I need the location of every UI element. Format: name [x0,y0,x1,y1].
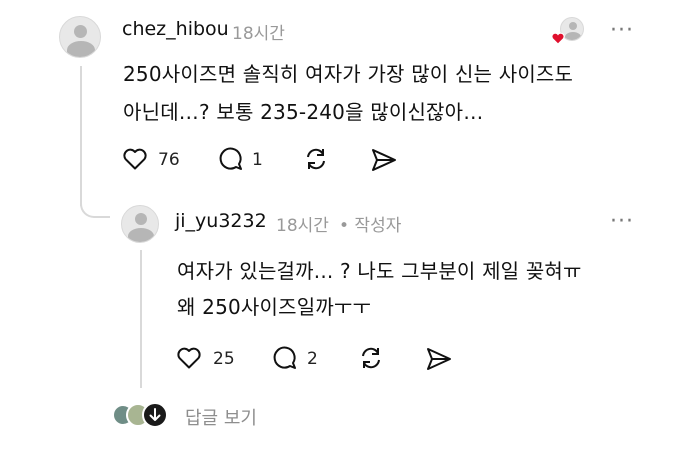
reply-avatar-stack[interactable] [112,400,176,430]
comment-count: 1 [252,150,263,170]
like-count: 76 [158,150,180,170]
reply-text-line-2: 왜 250사이즈일까ㅜㅜ [177,295,372,319]
reply-like-count: 25 [213,349,235,369]
thread-connector [80,190,110,218]
reply-avatar[interactable] [121,205,159,243]
arrow-down-icon [147,407,163,423]
reply-text-line-1: 여자가 있는걸까... ? 나도 그부분이 제일 꽂혀ㅠ [177,259,582,283]
reply-username[interactable]: ji_yu3232 [175,210,267,232]
reply-more-icon[interactable]: ··· [610,211,634,233]
post-text-line-1: 250사이즈면 솔직히 여자가 가장 많이 신는 사이즈도 [123,62,574,86]
reply-thread-line [140,250,142,388]
share-send-icon[interactable] [370,147,398,173]
reply-comment-button[interactable] [272,345,298,371]
post-time: 18시간 [232,24,285,44]
repost-icon[interactable] [302,146,330,172]
reply-like-button[interactable] [176,346,202,370]
heart-badge-icon [551,32,565,45]
thread-line [80,66,82,206]
post-more-icon[interactable]: ··· [610,20,634,42]
author-badge: • 작성자 [339,216,402,236]
reply-share-send-icon[interactable] [425,346,453,372]
comment-button[interactable] [218,146,244,172]
view-replies-link[interactable]: 답글 보기 [185,404,257,430]
reply-comment-count: 2 [307,349,318,369]
post-username[interactable]: chez_hibou [122,18,229,40]
post-avatar[interactable] [59,16,101,58]
reply-repost-icon[interactable] [357,345,385,371]
post-text-line-2: 아닌데…? 보통 235-240을 많이신잖아… [123,100,484,124]
like-button[interactable] [122,147,148,171]
reply-time: 18시간 [276,216,329,236]
